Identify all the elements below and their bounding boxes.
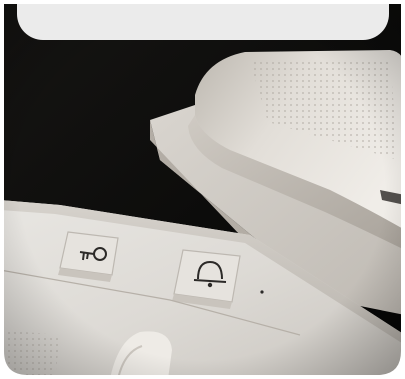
intercom-photo — [0, 0, 405, 379]
top-card — [17, 0, 389, 40]
photo-card — [0, 0, 405, 379]
